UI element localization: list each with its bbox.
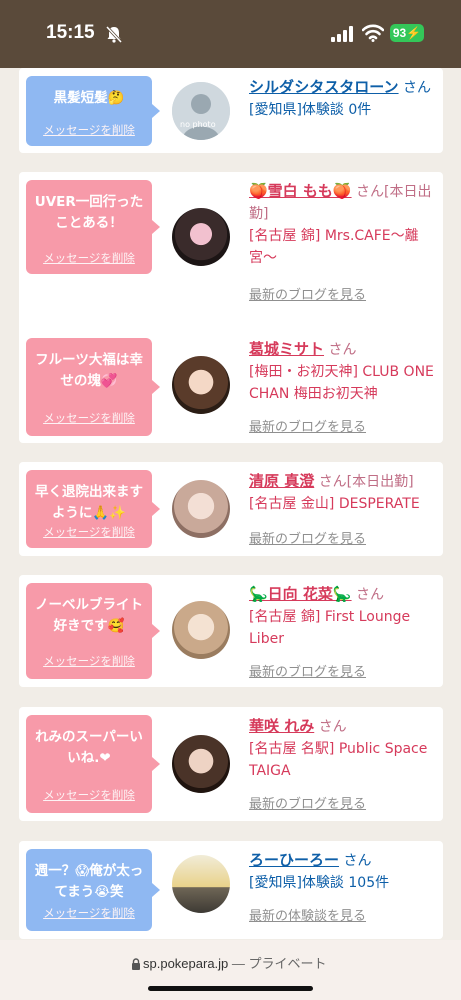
status-time: 15:15 xyxy=(46,22,95,43)
shop-info: [名古屋 名駅] Public Space TAIGA xyxy=(249,741,428,779)
message-card: 黒髪短髪🤔 メッセージを削除 no photo シルダシタスタローン さん [愛… xyxy=(19,68,443,153)
latest-blog-link[interactable]: 最新のブログを見る xyxy=(249,284,366,303)
avatar[interactable] xyxy=(172,601,230,659)
profile-name-link[interactable]: 🍑雪白 もも🍑 xyxy=(249,182,352,200)
honorific: さん xyxy=(403,80,432,96)
message-bubble: れみのスーパーいいね.❤︎ メッセージを削除 xyxy=(26,715,160,813)
message-bubble: 早く退院出来ますように🙏✨ メッセージを削除 xyxy=(26,470,160,548)
message-text: フルーツ大福は幸せの塊💞 xyxy=(35,352,143,389)
profile-name-link[interactable]: ろーひーろー xyxy=(249,851,339,869)
avatar[interactable]: no photo xyxy=(172,82,230,140)
message-bubble: UVER一回行ったことある！ メッセージを削除 xyxy=(26,180,160,274)
message-card: れみのスーパーいいね.❤︎ メッセージを削除 華咲 れみ さん [名古屋 名駅]… xyxy=(19,707,443,821)
profile-name-link[interactable]: 華咲 れみ xyxy=(249,717,314,735)
avatar[interactable] xyxy=(172,735,230,793)
profile-info: 華咲 れみ さん [名古屋 名駅] Public Space TAIGA xyxy=(249,715,439,782)
profile-info: 🍑雪白 もも🍑 さん[本日出勤] [名古屋 錦] Mrs.CAFE〜離宮〜 xyxy=(249,180,439,269)
avatar[interactable] xyxy=(172,855,230,913)
message-bubble: フルーツ大福は幸せの塊💞 メッセージを削除 xyxy=(26,338,160,436)
delete-message-link[interactable]: メッセージを削除 xyxy=(26,787,152,803)
wifi-icon xyxy=(362,24,384,42)
message-text: UVER一回行ったことある！ xyxy=(34,194,144,231)
message-card: 早く退院出来ますように🙏✨ メッセージを削除 清原 真澄 さん[本日出勤] [名… xyxy=(19,462,443,556)
message-bubble: ノーベルブライト好きです🥰 メッセージを削除 xyxy=(26,583,160,679)
profile-info: 葛城ミサト さん [梅田・お初天神] CLUB ONE CHAN 梅田お初天神 xyxy=(249,338,439,405)
bell-muted-icon xyxy=(105,25,123,44)
battery-level: 93 xyxy=(392,26,407,40)
shop-info: [名古屋 金山] DESPERATE xyxy=(249,496,420,512)
honorific: さん xyxy=(356,587,385,603)
message-text: 黒髪短髪🤔 xyxy=(53,90,125,106)
profile-name-link[interactable]: 葛城ミサト xyxy=(249,340,324,358)
private-mode-label: — プライベート xyxy=(231,956,327,971)
profile-info: ろーひーろー さん [愛知県]体験談 105件 xyxy=(249,849,439,894)
lock-icon xyxy=(132,958,140,970)
shop-info: [愛知県]体験談 105件 xyxy=(249,875,390,891)
signal-icon xyxy=(331,26,353,42)
avatar[interactable] xyxy=(172,356,230,414)
message-bubble: 黒髪短髪🤔 メッセージを削除 xyxy=(26,76,160,146)
latest-blog-link[interactable]: 最新のブログを見る xyxy=(249,528,366,547)
profile-info: 清原 真澄 さん[本日出勤] [名古屋 金山] DESPERATE xyxy=(249,470,439,515)
profile-name-link[interactable]: 清原 真澄 xyxy=(249,472,314,490)
message-text: れみのスーパーいいね.❤︎ xyxy=(35,729,143,766)
message-card: 週一？😱俺が太ってまう😭笑 メッセージを削除 ろーひーろー さん [愛知県]体験… xyxy=(19,841,443,939)
status-bar: 15:15 93⚡ xyxy=(0,0,461,68)
delete-message-link[interactable]: メッセージを削除 xyxy=(26,524,152,540)
latest-blog-link[interactable]: 最新のブログを見る xyxy=(249,661,366,680)
honorific: さん[本日出勤] xyxy=(318,474,414,490)
delete-message-link[interactable]: メッセージを削除 xyxy=(26,410,152,426)
url-text[interactable]: sp.pokepara.jp — プライベート xyxy=(143,953,327,972)
latest-blog-link[interactable]: 最新のブログを見る xyxy=(249,416,366,435)
latest-review-link[interactable]: 最新の体験談を見る xyxy=(249,905,366,924)
delete-message-link[interactable]: メッセージを削除 xyxy=(26,653,152,669)
message-card: フルーツ大福は幸せの塊💞 メッセージを削除 葛城ミサト さん [梅田・お初天神]… xyxy=(19,330,443,443)
honorific: さん xyxy=(328,342,357,358)
home-indicator[interactable] xyxy=(148,986,313,991)
honorific: さん xyxy=(318,719,347,735)
no-photo-avatar-icon xyxy=(172,82,230,140)
honorific: さん xyxy=(343,853,372,869)
no-photo-label: no photo xyxy=(180,120,216,129)
delete-message-link[interactable]: メッセージを削除 xyxy=(26,250,152,266)
shop-info: [名古屋 錦] First Lounge Liber xyxy=(249,609,411,647)
profile-name-link[interactable]: 🦕日向 花菜🦕 xyxy=(249,585,352,603)
battery-indicator: 93⚡ xyxy=(390,24,424,42)
shop-info: [名古屋 錦] Mrs.CAFE〜離宮〜 xyxy=(249,228,419,266)
avatar[interactable] xyxy=(172,208,230,266)
latest-blog-link[interactable]: 最新のブログを見る xyxy=(249,793,366,812)
profile-info: 🦕日向 花菜🦕 さん [名古屋 錦] First Lounge Liber xyxy=(249,583,439,650)
delete-message-link[interactable]: メッセージを削除 xyxy=(26,905,152,921)
message-text: ノーベルブライト好きです🥰 xyxy=(35,597,143,634)
profile-name-link[interactable]: シルダシタスタローン xyxy=(249,78,399,96)
charging-bolt-icon: ⚡ xyxy=(406,26,422,40)
shop-info: [梅田・お初天神] CLUB ONE CHAN 梅田お初天神 xyxy=(249,364,434,402)
message-text: 週一？😱俺が太ってまう😭笑 xyxy=(34,863,144,900)
message-text: 早く退院出来ますように🙏✨ xyxy=(35,484,143,521)
profile-info: シルダシタスタローン さん [愛知県]体験談 0件 xyxy=(249,76,439,121)
url-domain: sp.pokepara.jp xyxy=(143,956,229,971)
avatar[interactable] xyxy=(172,480,230,538)
delete-message-link[interactable]: メッセージを削除 xyxy=(26,122,152,138)
message-bubble: 週一？😱俺が太ってまう😭笑 メッセージを削除 xyxy=(26,849,160,931)
shop-info: [愛知県]体験談 0件 xyxy=(249,102,372,118)
message-card: ノーベルブライト好きです🥰 メッセージを削除 🦕日向 花菜🦕 さん [名古屋 錦… xyxy=(19,575,443,687)
